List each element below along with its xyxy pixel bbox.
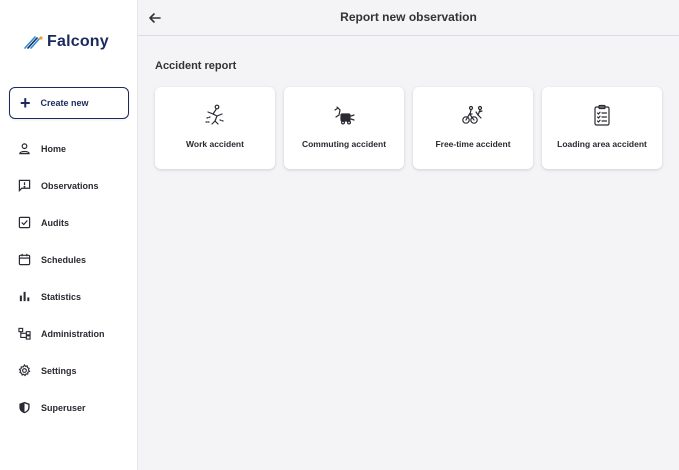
create-new-label: Create new — [40, 98, 89, 108]
card-free-time-accident[interactable]: Free-time accident — [413, 87, 533, 169]
vehicle-collision-icon — [334, 106, 355, 125]
sidebar-item-observations[interactable]: Observations — [0, 167, 138, 204]
bar-chart-icon — [19, 291, 30, 302]
logo-text: Falcony — [47, 33, 109, 50]
sidebar-item-statistics[interactable]: Statistics — [0, 278, 138, 315]
sidebar-nav: Home Observations Audits Schedules Stati… — [0, 130, 138, 426]
falling-person-icon — [205, 104, 224, 125]
sidebar-item-superuser[interactable]: Superuser — [0, 389, 138, 426]
hierarchy-icon — [18, 327, 31, 340]
sidebar-item-label: Settings — [41, 365, 77, 376]
sidebar-item-label: Observations — [41, 180, 99, 191]
sidebar: Falcony + Create new Home Observations A… — [0, 0, 138, 470]
sidebar-item-label: Superuser — [41, 402, 86, 413]
clipboard-checklist-icon — [594, 104, 610, 126]
sidebar-item-administration[interactable]: Administration — [0, 315, 138, 352]
card-loading-area-accident[interactable]: Loading area accident — [542, 87, 662, 169]
sidebar-item-settings[interactable]: Settings — [0, 352, 138, 389]
sidebar-item-label: Home — [41, 143, 67, 154]
shield-icon — [19, 401, 30, 414]
create-new-button[interactable]: + Create new — [9, 87, 129, 119]
section-title: Accident report — [155, 60, 237, 72]
card-label: Commuting accident — [301, 139, 387, 149]
card-label: Work accident — [186, 139, 244, 149]
card-label: Free-time accident — [435, 139, 511, 149]
accident-type-cards: Work accident Commuting accident Free-ti… — [155, 87, 662, 169]
person-icon — [19, 143, 30, 155]
card-label: Loading area accident — [557, 139, 647, 149]
sidebar-item-home[interactable]: Home — [0, 130, 138, 167]
logo[interactable]: Falcony — [24, 33, 109, 51]
sidebar-item-label: Statistics — [41, 291, 82, 302]
card-work-accident[interactable]: Work accident — [155, 87, 275, 169]
falcon-logo-icon — [24, 36, 43, 49]
sidebar-item-label: Schedules — [41, 254, 87, 265]
plus-icon: + — [20, 93, 31, 113]
gear-icon — [18, 364, 31, 377]
calendar-icon — [18, 253, 31, 266]
card-commuting-accident[interactable]: Commuting accident — [284, 87, 404, 169]
cyclist-collision-icon — [462, 105, 483, 124]
page-header: Report new observation — [138, 0, 679, 36]
sidebar-item-audits[interactable]: Audits — [0, 204, 138, 241]
page-title: Report new observation — [340, 10, 477, 24]
alert-message-icon — [18, 179, 31, 192]
sidebar-item-schedules[interactable]: Schedules — [0, 241, 138, 278]
sidebar-item-label: Audits — [41, 217, 69, 228]
check-box-icon — [18, 216, 31, 229]
sidebar-item-label: Administration — [41, 328, 105, 339]
